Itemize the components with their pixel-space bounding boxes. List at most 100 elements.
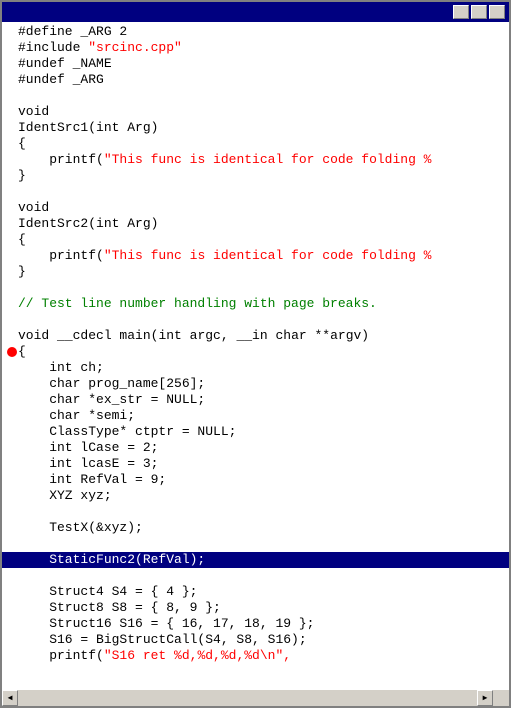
line-indicator xyxy=(6,232,18,248)
line-content: TestX(&xyz); xyxy=(18,520,509,536)
line-content: #undef _ARG xyxy=(18,72,509,88)
line-content xyxy=(18,88,509,104)
code-line: } xyxy=(2,264,509,280)
line-content: // Test line number handling with page b… xyxy=(18,296,509,312)
line-indicator xyxy=(6,328,18,344)
code-line: { xyxy=(2,232,509,248)
line-indicator xyxy=(6,424,18,440)
line-content xyxy=(18,568,509,584)
minimize-button[interactable] xyxy=(453,5,469,19)
code-line xyxy=(2,88,509,104)
line-content: #include "srcinc.cpp" xyxy=(18,40,509,56)
code-line xyxy=(2,312,509,328)
line-content: StaticFunc2(RefVal); xyxy=(18,552,509,568)
main-window: #define _ARG 2#include "srcinc.cpp"#unde… xyxy=(0,0,511,708)
line-content: Struct8 S8 = { 8, 9 }; xyxy=(18,600,509,616)
line-indicator xyxy=(6,264,18,280)
line-content xyxy=(18,312,509,328)
code-line: ClassType* ctptr = NULL; xyxy=(2,424,509,440)
line-content: printf("This func is identical for code … xyxy=(18,152,509,168)
line-indicator xyxy=(6,56,18,72)
line-indicator xyxy=(6,616,18,632)
code-line: { xyxy=(2,136,509,152)
code-line: int lCase = 2; xyxy=(2,440,509,456)
line-content: { xyxy=(18,232,509,248)
code-line: Struct16 S16 = { 16, 17, 18, 19 }; xyxy=(2,616,509,632)
code-line: printf("This func is identical for code … xyxy=(2,152,509,168)
line-content: printf("This func is identical for code … xyxy=(18,248,509,264)
line-indicator xyxy=(6,440,18,456)
line-indicator xyxy=(6,520,18,536)
line-indicator xyxy=(6,408,18,424)
line-content: char prog_name[256]; xyxy=(18,376,509,392)
code-line xyxy=(2,504,509,520)
line-content: int lcasE = 3; xyxy=(18,456,509,472)
line-content: } xyxy=(18,168,509,184)
line-content: Struct4 S4 = { 4 }; xyxy=(18,584,509,600)
code-line xyxy=(2,280,509,296)
line-content xyxy=(18,504,509,520)
line-indicator xyxy=(6,152,18,168)
scroll-left-button[interactable]: ◀ xyxy=(2,690,18,706)
line-content: void xyxy=(18,200,509,216)
line-indicator xyxy=(6,200,18,216)
bottom-bar: ◀ ▶ xyxy=(2,690,509,706)
scrollbar-corner xyxy=(493,690,509,706)
code-line: { xyxy=(2,344,509,360)
code-line: Struct4 S4 = { 4 }; xyxy=(2,584,509,600)
line-indicator xyxy=(6,344,18,360)
line-content: } xyxy=(18,264,509,280)
code-line: printf("S16 ret %d,%d,%d,%d\n", xyxy=(2,648,509,664)
line-indicator xyxy=(6,472,18,488)
line-content: S16 = BigStructCall(S4, S8, S16); xyxy=(18,632,509,648)
title-bar xyxy=(2,2,509,22)
scroll-track[interactable] xyxy=(18,690,477,706)
code-line: void xyxy=(2,104,509,120)
line-indicator xyxy=(6,248,18,264)
line-content: void __cdecl main(int argc, __in char **… xyxy=(18,328,509,344)
line-content: void xyxy=(18,104,509,120)
line-content: Struct16 S16 = { 16, 17, 18, 19 }; xyxy=(18,616,509,632)
line-content: { xyxy=(18,344,509,360)
line-indicator xyxy=(6,72,18,88)
line-indicator xyxy=(6,392,18,408)
code-line: StaticFunc2(RefVal); xyxy=(2,552,509,568)
horizontal-scrollbar[interactable]: ◀ ▶ xyxy=(2,690,493,706)
editor-container: #define _ARG 2#include "srcinc.cpp"#unde… xyxy=(2,22,509,690)
line-indicator xyxy=(6,104,18,120)
line-content: XYZ xyz; xyxy=(18,488,509,504)
line-indicator xyxy=(6,216,18,232)
line-indicator xyxy=(6,504,18,520)
breakpoint-icon xyxy=(7,347,17,357)
line-content: printf("S16 ret %d,%d,%d,%d\n", xyxy=(18,648,509,664)
line-content: IdentSrc1(int Arg) xyxy=(18,120,509,136)
line-content: #undef _NAME xyxy=(18,56,509,72)
code-line: #define _ARG 2 xyxy=(2,24,509,40)
line-indicator xyxy=(6,184,18,200)
line-indicator xyxy=(6,600,18,616)
code-line: #undef _ARG xyxy=(2,72,509,88)
line-indicator xyxy=(6,488,18,504)
code-line: char *ex_str = NULL; xyxy=(2,392,509,408)
code-line: printf("This func is identical for code … xyxy=(2,248,509,264)
close-button[interactable] xyxy=(489,5,505,19)
line-content xyxy=(18,280,509,296)
line-content: int lCase = 2; xyxy=(18,440,509,456)
code-line xyxy=(2,536,509,552)
code-line: #include "srcinc.cpp" xyxy=(2,40,509,56)
scroll-right-button[interactable]: ▶ xyxy=(477,690,493,706)
line-indicator xyxy=(6,536,18,552)
code-line: int lcasE = 3; xyxy=(2,456,509,472)
code-line xyxy=(2,184,509,200)
line-indicator xyxy=(6,456,18,472)
code-line: IdentSrc1(int Arg) xyxy=(2,120,509,136)
code-line: void xyxy=(2,200,509,216)
line-indicator xyxy=(6,280,18,296)
line-content: int ch; xyxy=(18,360,509,376)
line-indicator xyxy=(6,136,18,152)
line-indicator xyxy=(6,376,18,392)
line-indicator xyxy=(6,168,18,184)
line-indicator xyxy=(6,584,18,600)
maximize-button[interactable] xyxy=(471,5,487,19)
code-area[interactable]: #define _ARG 2#include "srcinc.cpp"#unde… xyxy=(2,22,509,690)
